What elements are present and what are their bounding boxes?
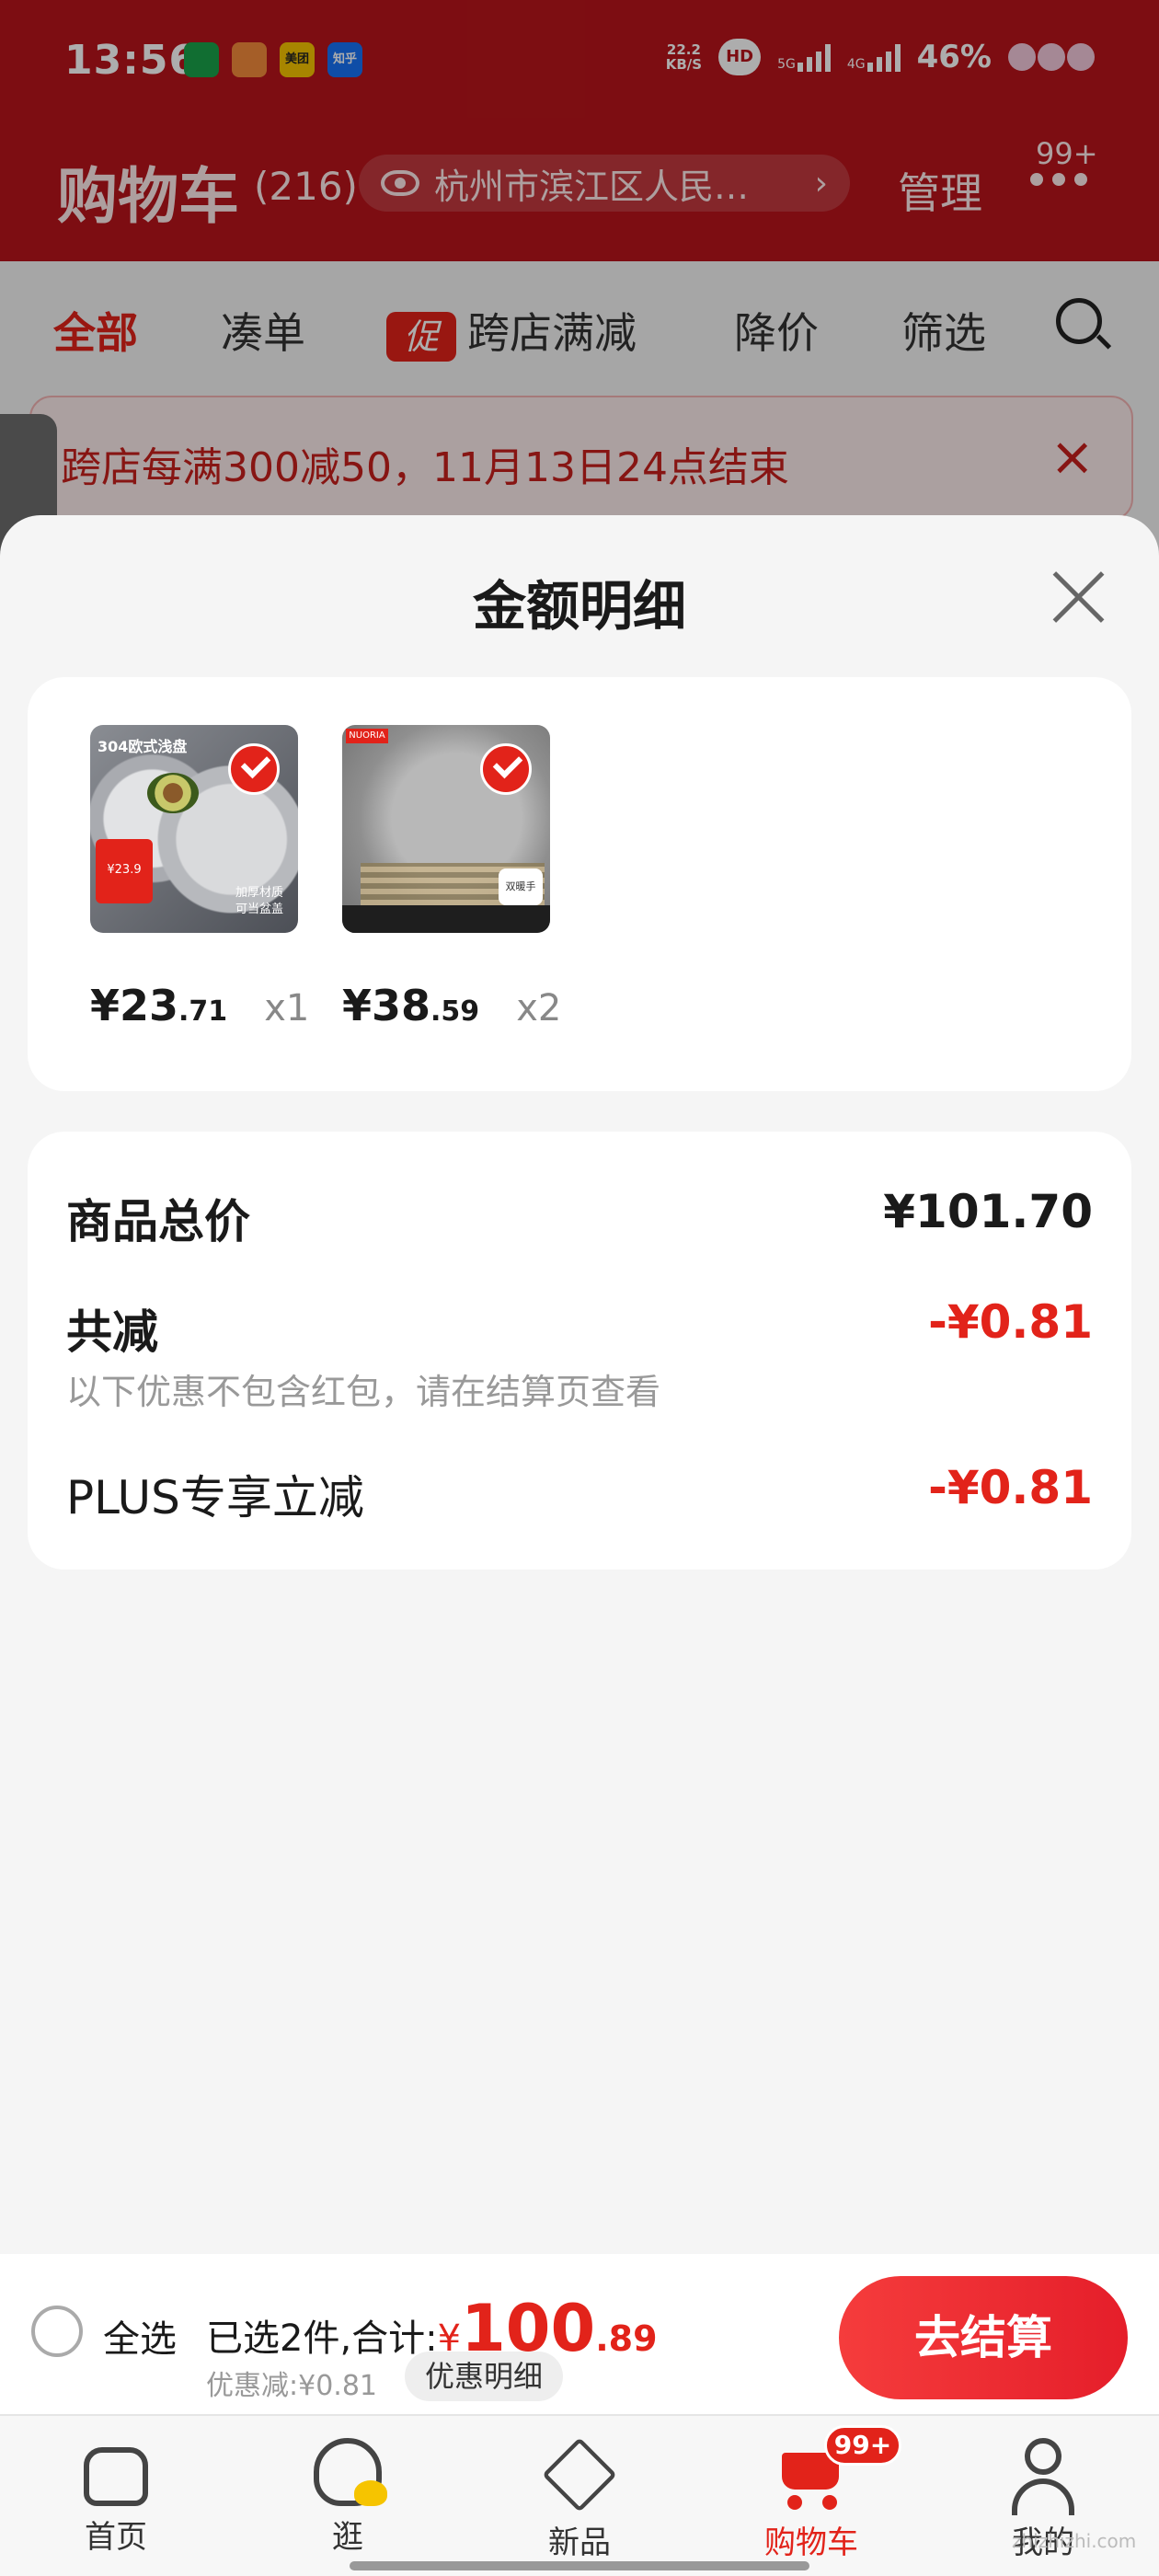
product-image: NUORIA 双暖手 (342, 725, 550, 933)
item-price-dec: .59 (430, 995, 480, 1028)
total-label: 商品总价 (66, 1195, 250, 1248)
list-item[interactable]: NUORIA 双暖手 ¥38.59 x2 (342, 725, 563, 1030)
sheet-title: 金额明细 (472, 575, 686, 638)
tab-cart-label: 购物车 (764, 2524, 858, 2561)
plus-value: -¥0.81 (928, 1461, 1093, 1514)
brand-label: NUORIA (346, 729, 388, 743)
checkout-bar: 全选 已选2件,合计: ¥100.89 优惠减:¥0.81 优惠明细 去结算 (0, 2254, 1159, 2414)
avocado-graphic (147, 773, 199, 813)
list-item[interactable]: 304欧式浅盘 ¥23.9 加厚材质 可当盆盖 ¥23.71 x1 (90, 725, 311, 1030)
total-dec: .89 (595, 2318, 658, 2359)
item-qty: x2 (516, 987, 562, 1029)
cart-badge: 99+ (824, 2425, 901, 2466)
reduce-note: 以下优惠不包含红包，请在结算页查看 (66, 1372, 661, 1412)
tab-new[interactable]: 新品 (506, 2437, 653, 2562)
bottom-tab-bar: 首页 逛 新品 购物车 我的 (0, 2414, 1159, 2576)
product-image-price: ¥23.9 (96, 839, 153, 903)
item-qty: x1 (264, 987, 310, 1029)
item-price-row: ¥23.71 x1 (90, 981, 309, 1030)
select-all-label[interactable]: 全选 (103, 2309, 177, 2363)
reduce-value: -¥0.81 (928, 1295, 1093, 1349)
plus-label: PLUS专享立减 (66, 1471, 364, 1524)
item-price-int: ¥38 (342, 981, 431, 1030)
amount-detail-sheet: 金额明细 304欧式浅盘 ¥23.9 加厚材质 可当盆盖 ¥23.71 x1 N… (0, 515, 1159, 2254)
checkout-button[interactable]: 去结算 (839, 2276, 1128, 2399)
items-card: 304欧式浅盘 ¥23.9 加厚材质 可当盆盖 ¥23.71 x1 NUORIA… (28, 677, 1131, 1091)
summary-card: 商品总价 ¥101.70 共减 -¥0.81 以下优惠不包含红包，请在结算页查看… (28, 1132, 1131, 1570)
tab-new-label: 新品 (548, 2524, 611, 2561)
tab-home-label: 首页 (85, 2519, 147, 2556)
product-image-tag: 双暖手 (499, 868, 543, 905)
reduce-label: 共减 (66, 1305, 158, 1359)
check-icon (480, 743, 532, 795)
user-icon (1006, 2438, 1080, 2515)
watermark: zhizhizhi.com (1012, 2530, 1137, 2552)
home-indicator[interactable] (350, 2561, 809, 2570)
tab-home[interactable]: 首页 (42, 2438, 189, 2557)
item-price-int: ¥23 (90, 981, 179, 1030)
product-image: 304欧式浅盘 ¥23.9 加厚材质 可当盆盖 (90, 725, 298, 933)
item-price-dec: .71 (178, 995, 228, 1028)
item-price-row: ¥38.59 x2 (342, 981, 561, 1030)
total-value: ¥101.70 (883, 1185, 1093, 1238)
home-icon (84, 2447, 148, 2506)
discount-detail-button[interactable]: 优惠明细 (405, 2352, 564, 2401)
select-all-radio[interactable] (31, 2306, 83, 2357)
cube-icon (542, 2437, 617, 2513)
discount-text: 优惠减:¥0.81 (206, 2370, 377, 2402)
tab-stroll[interactable]: 逛 (274, 2438, 421, 2557)
stroll-icon (314, 2438, 387, 2506)
check-icon (228, 743, 280, 795)
selected-text: 已选2件,合计: (206, 2317, 438, 2360)
tab-stroll-label: 逛 (332, 2519, 363, 2556)
product-image-side: 加厚材质 可当盆盖 (235, 886, 284, 916)
close-icon[interactable] (1049, 567, 1109, 627)
product-image-label: 304欧式浅盘 (98, 738, 188, 755)
